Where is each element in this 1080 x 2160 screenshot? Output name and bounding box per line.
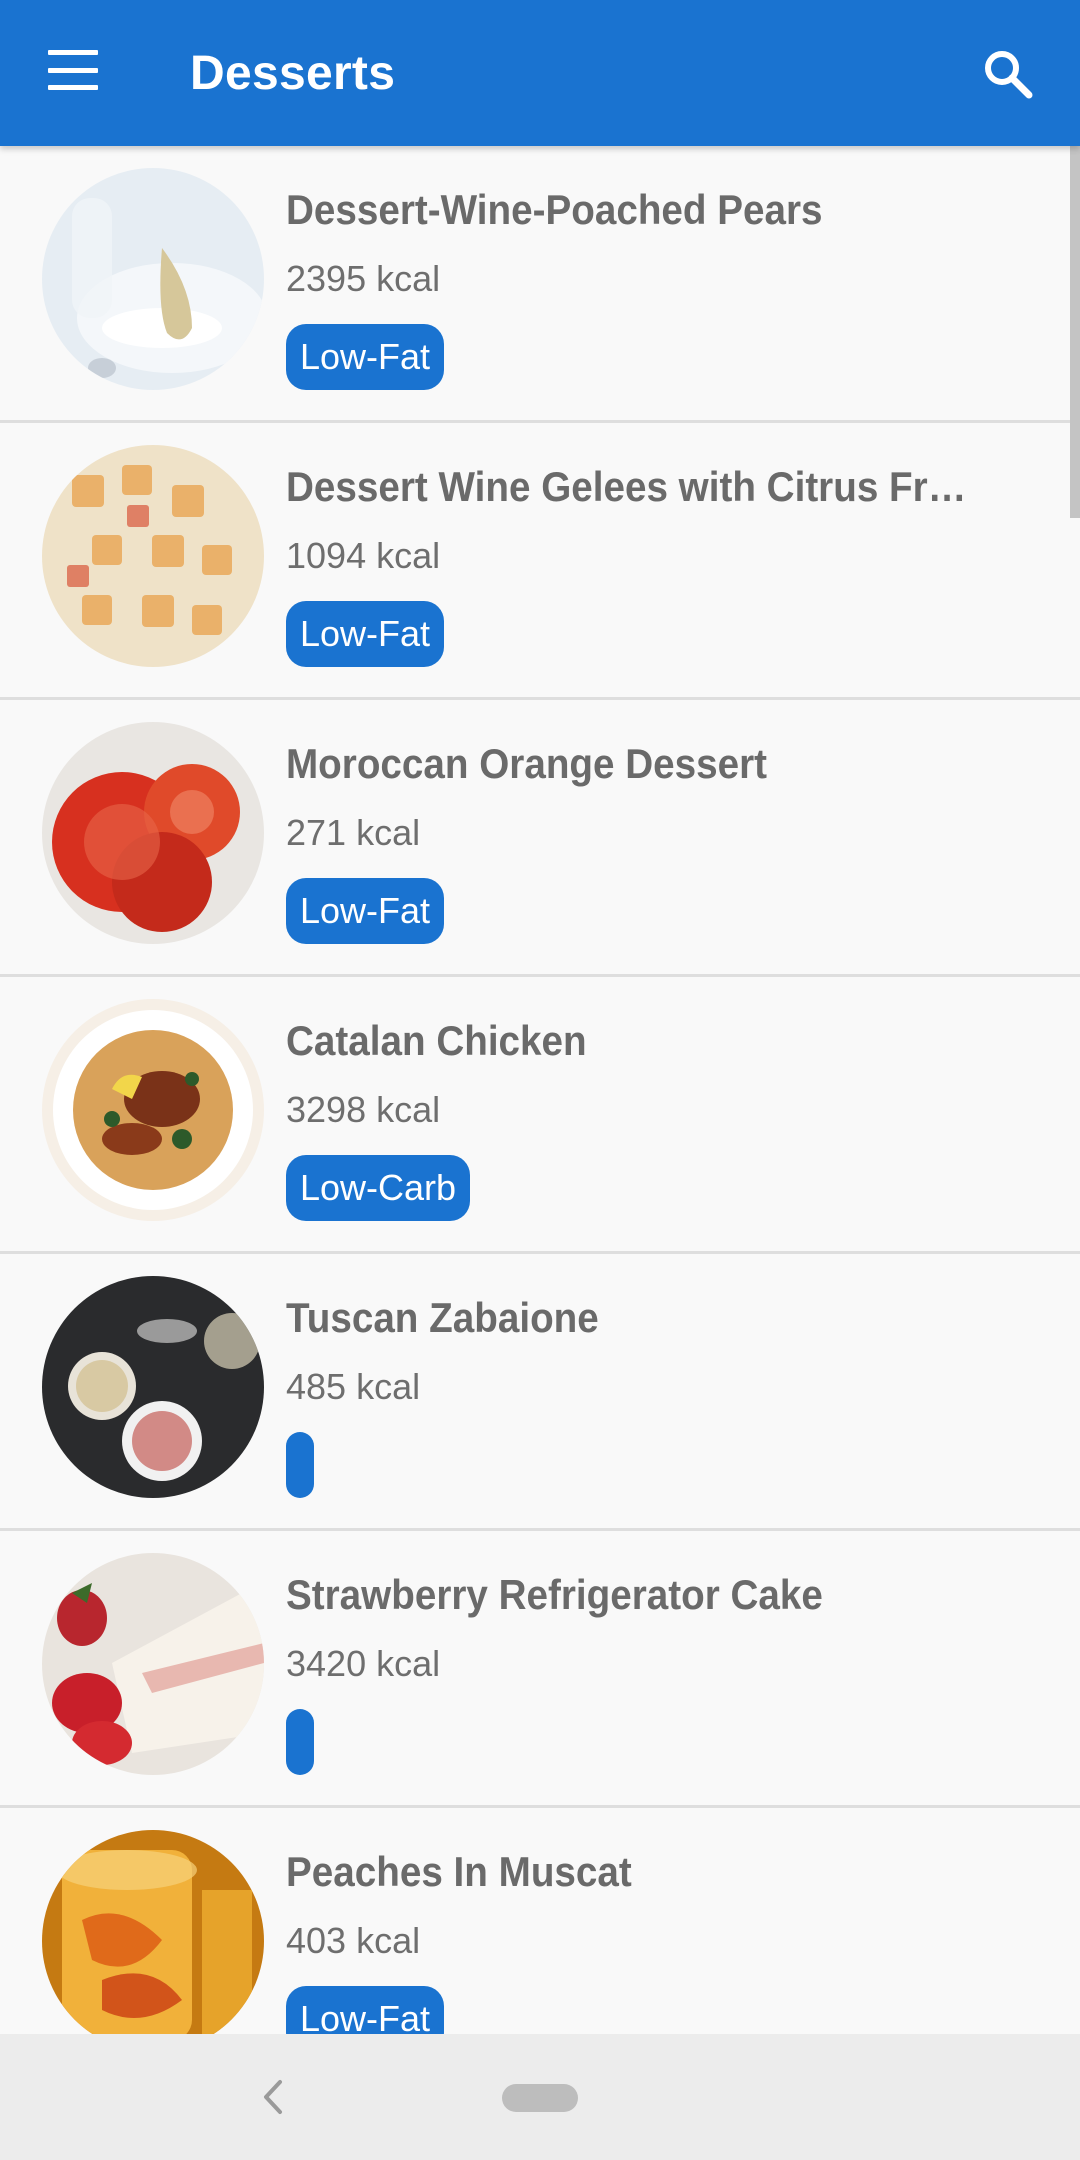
diet-badge: Low-Carb [286,1155,471,1221]
system-nav-bar [0,2034,1080,2160]
back-icon[interactable] [258,2074,288,2120]
diet-badge: Low-Fat [286,1986,445,2034]
app-bar: Desserts [0,0,1080,146]
recipe-thumbnail [42,1276,264,1498]
recipe-kcal: 2395 kcal [286,258,441,299]
list-item[interactable]: Moroccan Orange Dessert 271 kcal Low-Fat [0,700,1080,977]
recipe-name: Strawberry Refrigerator Cake [286,1571,823,1618]
recipe-thumbnail [42,999,264,1221]
search-icon[interactable] [980,46,1036,102]
list-item[interactable]: Peaches In Muscat 403 kcal Low-Fat [0,1808,1080,2034]
recipe-kcal: 3298 kcal [286,1089,441,1130]
diet-badge [286,1432,314,1498]
recipe-name: Moroccan Orange Dessert [286,740,768,787]
recipe-kcal: 485 kcal [286,1366,421,1407]
recipe-thumbnail [42,1830,264,2034]
recipe-thumbnail [42,1553,264,1775]
recipe-kcal: 3420 kcal [286,1643,441,1684]
recipe-kcal: 271 kcal [286,812,421,853]
recipe-name: Tuscan Zabaione [286,1294,599,1341]
recipe-kcal: 403 kcal [286,1920,421,1961]
recipe-kcal: 1094 kcal [286,535,441,576]
list-item[interactable]: Catalan Chicken 3298 kcal Low-Carb [0,977,1080,1254]
list-item[interactable]: Dessert Wine Gelees with Citrus Fruit an… [0,423,1080,700]
list-item[interactable]: Dessert-Wine-Poached Pears 2395 kcal Low… [0,146,1080,423]
diet-badge: Low-Fat [286,878,445,944]
recipe-thumbnail [42,445,264,667]
list-item[interactable]: Tuscan Zabaione 485 kcal [0,1254,1080,1531]
diet-badge [286,1709,314,1775]
diet-badge: Low-Fat [286,324,445,390]
recipe-name: Dessert Wine Gelees with Citrus Fruit an… [286,463,967,510]
recipe-name: Dessert-Wine-Poached Pears [286,186,823,233]
recipe-thumbnail [42,722,264,944]
diet-badge: Low-Fat [286,601,445,667]
list-item[interactable]: Strawberry Refrigerator Cake 3420 kcal [0,1531,1080,1808]
menu-icon[interactable] [48,50,98,90]
recipe-name: Catalan Chicken [286,1017,587,1064]
recipe-list[interactable]: Dessert-Wine-Poached Pears 2395 kcal Low… [0,146,1080,2034]
scrollbar[interactable] [1070,146,1080,518]
recipe-name: Peaches In Muscat [286,1848,632,1895]
home-pill[interactable] [502,2084,578,2112]
page-title: Desserts [190,47,396,100]
recipe-thumbnail [42,168,264,390]
